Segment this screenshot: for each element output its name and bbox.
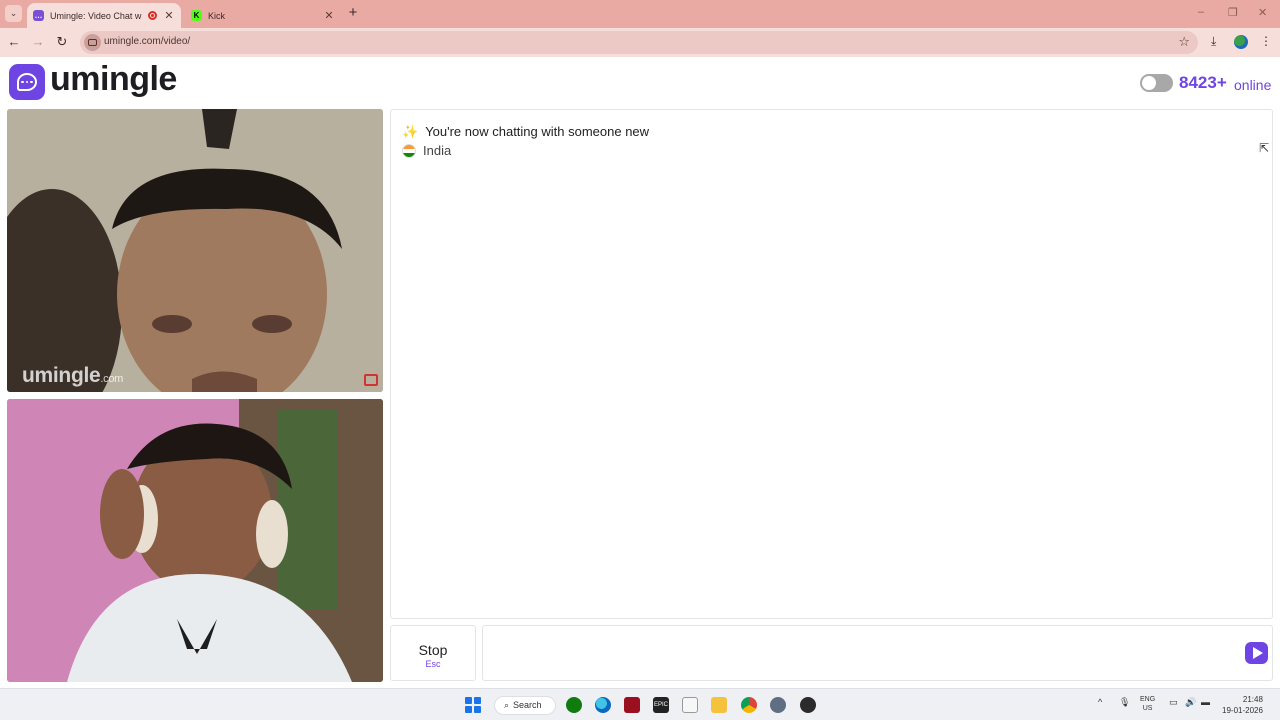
profile-avatar-icon[interactable] <box>1234 35 1248 49</box>
restore-button[interactable]: ❐ <box>1228 6 1238 19</box>
site-logo-text[interactable]: umingle <box>50 60 177 99</box>
back-arrow-icon[interactable]: ← <box>6 34 22 50</box>
chat-panel: ✨ You're now chatting with someone new In… <box>390 109 1273 619</box>
system-message-text: You're now chatting with someone new <box>425 124 650 139</box>
reload-icon[interactable]: ↻ <box>54 34 70 50</box>
close-window-button[interactable]: ✕ <box>1258 6 1267 19</box>
stop-label: Stop <box>418 642 448 658</box>
recording-indicator-icon <box>148 11 157 20</box>
taskbar-search[interactable]: ⌕ Search <box>494 696 556 715</box>
umingle-favicon-icon: … <box>33 10 44 21</box>
search-icon: ⌕ <box>504 700 510 710</box>
site-info-icon[interactable] <box>84 34 101 51</box>
windows-start-icon[interactable] <box>465 697 481 713</box>
forward-arrow-icon[interactable]: → <box>30 34 46 50</box>
online-count: 8423+ <box>1179 73 1227 92</box>
system-message: ✨ You're now chatting with someone new <box>402 124 649 140</box>
stop-shortcut-hint: Esc <box>425 659 441 669</box>
epic-games-icon[interactable]: EPIC <box>653 697 669 713</box>
url-text[interactable]: umingle.com/video/ <box>104 36 190 47</box>
battery-icon[interactable]: ▬ <box>1201 697 1210 707</box>
country-name: India <box>423 143 452 158</box>
system-clock[interactable]: 21:48 19-01-2026 <box>1222 694 1263 716</box>
tab-search-icon[interactable]: ⌄ <box>5 5 22 22</box>
self-video-feed <box>7 399 383 682</box>
tab-close-icon[interactable]: ✕ <box>163 9 175 22</box>
microphone-icon[interactable]: 🎙 <box>1119 697 1130 708</box>
tray-chevron-icon[interactable]: ^ <box>1098 697 1102 707</box>
chrome-icon[interactable] <box>741 697 757 713</box>
tab-title: Kick <box>208 10 226 21</box>
xbox-icon[interactable] <box>566 697 582 713</box>
stop-button[interactable]: Stop Esc <box>390 625 476 681</box>
browser-toolbar: ← → ↻ umingle.com/video/ ☆ ⤓ ⋮ <box>0 28 1280 57</box>
message-input[interactable] <box>482 625 1273 681</box>
download-icon[interactable]: ⤓ <box>1211 34 1216 49</box>
self-video-frame <box>7 399 383 682</box>
tab-umingle[interactable]: … Umingle: Video Chat with S ✕ <box>27 3 181 28</box>
calendar-icon[interactable] <box>682 697 698 713</box>
send-button[interactable] <box>1245 642 1268 664</box>
menu-kebab-icon[interactable]: ⋮ <box>1260 34 1272 48</box>
theme-toggle[interactable] <box>1140 74 1173 92</box>
stranger-country: India <box>402 143 451 158</box>
stranger-video-frame <box>7 109 383 392</box>
stranger-video-feed: umingle.com <box>7 109 383 392</box>
browser-tab-bar: ⌄ … Umingle: Video Chat with S ✕ K Kick … <box>0 0 1280 28</box>
report-flag-icon[interactable] <box>364 374 378 386</box>
umingle-watermark: umingle.com <box>22 364 124 387</box>
kick-favicon-icon: K <box>191 10 202 21</box>
volume-icon[interactable]: 🔊 <box>1185 697 1196 708</box>
obs-recorder-icon[interactable] <box>800 697 816 713</box>
edge-browser-icon[interactable] <box>595 697 611 713</box>
toggle-knob <box>1142 76 1156 90</box>
sparkles-icon: ✨ <box>402 124 419 139</box>
tab-kick[interactable]: K Kick ✕ <box>185 3 341 28</box>
india-flag-icon <box>402 143 416 158</box>
new-tab-button[interactable]: + <box>344 5 362 23</box>
tab-title: Umingle: Video Chat with S <box>50 10 142 21</box>
send-arrow-icon <box>1252 647 1263 659</box>
umingle-logo-icon[interactable] <box>9 64 45 100</box>
windows-taskbar: ⌕ Search EPIC ^ 🎙 ENG US ▭ 🔊 ▬ 21:48 19-0… <box>0 688 1280 720</box>
bookmark-star-icon[interactable]: ☆ <box>1178 34 1190 50</box>
app-icon[interactable] <box>624 697 640 713</box>
online-label: online <box>1234 77 1272 93</box>
language-indicator[interactable]: ENG US <box>1140 695 1155 713</box>
address-bar[interactable]: umingle.com/video/ ☆ <box>80 31 1198 54</box>
settings-gear-icon[interactable] <box>770 697 786 713</box>
file-explorer-icon[interactable] <box>711 697 727 713</box>
mouse-cursor-icon: ⇱ <box>1259 141 1270 155</box>
tab-close-icon[interactable]: ✕ <box>323 9 335 22</box>
minimize-button[interactable]: – <box>1198 6 1204 18</box>
network-icon[interactable]: ▭ <box>1169 697 1178 708</box>
